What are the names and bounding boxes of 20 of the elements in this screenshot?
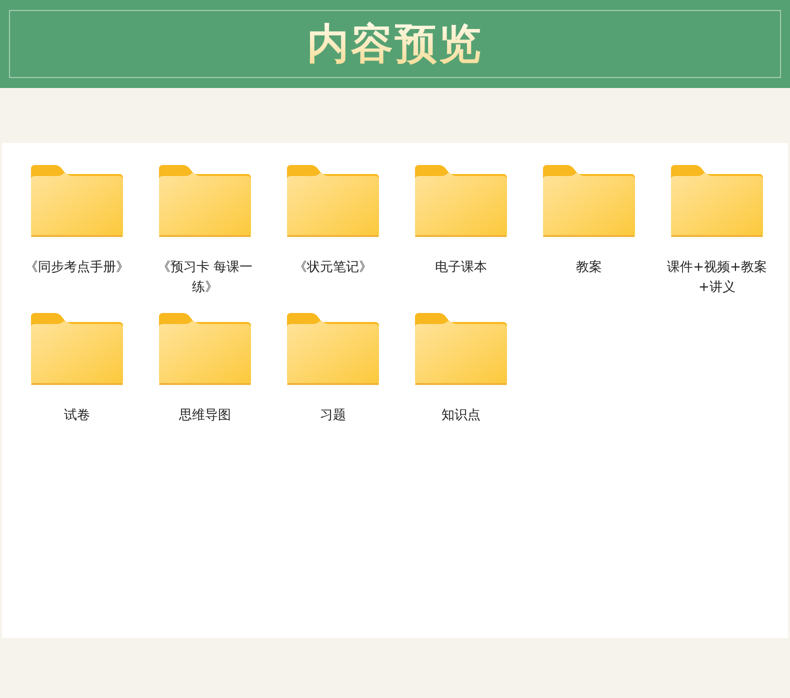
folder-name[interactable]: 《状元笔记》 [277,258,389,278]
folder-icon[interactable] [159,313,251,385]
folder-name[interactable]: 习题 [277,406,389,426]
folder-name[interactable]: 试卷 [21,406,133,426]
folder-icon[interactable] [159,165,251,237]
folder-name[interactable]: 知识点 [405,406,517,426]
folder-name[interactable]: 思维导图 [149,406,261,426]
folder-icon[interactable] [31,165,123,237]
folder-name[interactable]: 教案 [533,258,645,278]
folder-icon[interactable] [31,313,123,385]
folder-icon[interactable] [671,165,763,237]
folder-name[interactable]: 《同步考点手册》 [21,258,133,278]
folder-icon[interactable] [415,165,507,237]
folder-icon[interactable] [287,313,379,385]
folder-name[interactable]: 课件+视频+教案+讲义 [661,258,773,298]
folder-icon[interactable] [415,313,507,385]
folder-name[interactable]: 电子课本 [405,258,517,278]
folder-icon[interactable] [543,165,635,237]
folder-name[interactable]: 《预习卡 每课一练》 [149,258,261,298]
folder-icon[interactable] [287,165,379,237]
